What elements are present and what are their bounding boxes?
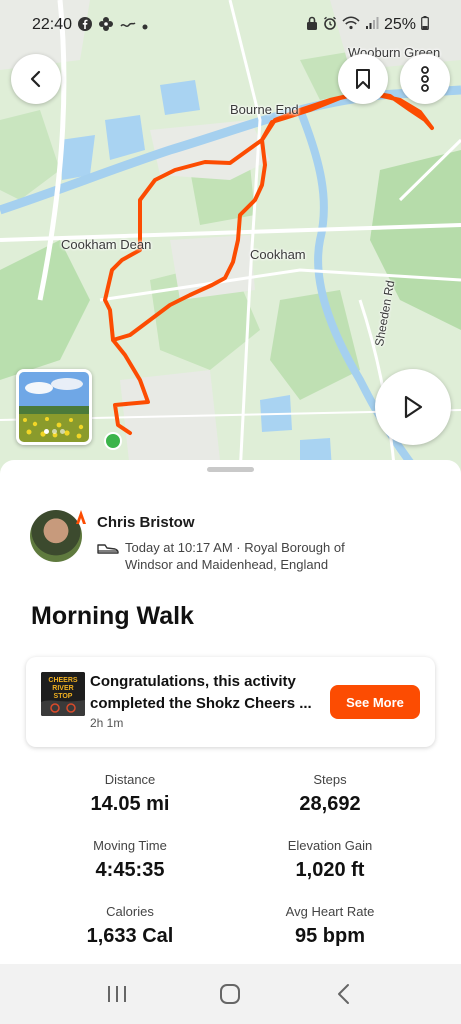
photo-dot bbox=[59, 429, 65, 434]
see-more-button[interactable]: See More bbox=[330, 685, 420, 719]
battery-percent: 25% bbox=[383, 16, 416, 33]
athlete-header[interactable] bbox=[30, 510, 86, 562]
challenge-logo: CHEERS RIVER STOP bbox=[41, 672, 85, 716]
home-button[interactable] bbox=[210, 974, 250, 1014]
chevron-left-icon bbox=[30, 70, 41, 88]
stat-label: Moving Time bbox=[93, 838, 167, 853]
stat-avg-heart-rate: Avg Heart Rate 95 bpm bbox=[230, 904, 430, 948]
stat-label: Calories bbox=[106, 904, 154, 919]
challenge-card[interactable]: CHEERS RIVER STOP Congratulations, this … bbox=[26, 657, 435, 747]
strava-badge-icon bbox=[76, 510, 86, 524]
system-back-button[interactable] bbox=[324, 974, 364, 1014]
back-button[interactable] bbox=[11, 54, 61, 104]
save-route-button[interactable] bbox=[338, 54, 388, 104]
back-arrow-icon bbox=[338, 984, 350, 1004]
logo-text-3: STOP bbox=[54, 693, 73, 700]
sheet-drag-handle[interactable] bbox=[207, 467, 254, 472]
home-icon bbox=[220, 984, 241, 1004]
stat-value: 1,633 Cal bbox=[86, 925, 174, 947]
alarm-icon bbox=[323, 16, 337, 35]
facebook-icon bbox=[78, 16, 93, 34]
stat-value: 14.05 mi bbox=[90, 793, 170, 815]
start-marker bbox=[104, 432, 122, 450]
battery-icon bbox=[421, 15, 429, 35]
map-label-bourne-end: Bourne End bbox=[230, 102, 299, 117]
logo-text-1: CHEERS bbox=[48, 677, 78, 684]
photo-page-indicator bbox=[19, 429, 89, 434]
stat-distance: Distance 14.05 mi bbox=[30, 772, 230, 816]
status-time: 22:40 bbox=[32, 16, 73, 33]
stat-label: Distance bbox=[104, 772, 156, 787]
signal-icon bbox=[365, 16, 379, 35]
wifi-icon bbox=[342, 15, 360, 35]
stat-value: 28,692 bbox=[299, 793, 361, 815]
stat-elevation-gain: Elevation Gain 1,020 ft bbox=[230, 838, 430, 882]
map-label-cookham-dean: Cookham Dean bbox=[61, 237, 152, 252]
activity-photo-thumbnail[interactable] bbox=[16, 369, 92, 445]
stat-moving-time: Moving Time 4:45:35 bbox=[30, 838, 230, 882]
stat-label: Steps bbox=[313, 772, 347, 787]
stat-steps: Steps 28,692 bbox=[230, 772, 430, 816]
activity-time-location: Today at 10:17 AM · Royal Borough of Win… bbox=[125, 540, 345, 572]
map-label-cookham: Cookham bbox=[250, 247, 306, 262]
photo-dot-active bbox=[43, 429, 49, 434]
stat-value: 1,020 ft bbox=[295, 859, 365, 881]
recent-apps-button[interactable] bbox=[97, 974, 137, 1014]
shoe-icon bbox=[97, 544, 119, 554]
stat-label: Elevation Gain bbox=[287, 838, 373, 853]
more-options-button[interactable] bbox=[400, 54, 450, 104]
photo-dot bbox=[51, 429, 57, 434]
activity-title: Morning Walk bbox=[31, 602, 194, 630]
flower-icon bbox=[98, 16, 114, 35]
play-icon bbox=[404, 395, 423, 419]
challenge-text: Congratulations, this activity completed… bbox=[90, 673, 312, 712]
stat-value: 4:45:35 bbox=[95, 859, 165, 881]
activity-details-sheet: Chris Bristow Today at 10:17 AM · Royal … bbox=[0, 460, 461, 964]
stat-calories: Calories 1,633 Cal bbox=[30, 904, 230, 948]
flyover-play-button[interactable] bbox=[375, 369, 451, 445]
challenge-duration: 2h 1m bbox=[90, 716, 124, 730]
logo-text-2: RIVER bbox=[52, 685, 73, 692]
system-navigation-bar bbox=[0, 964, 461, 1024]
bookmark-icon bbox=[356, 69, 370, 89]
more-vertical-icon bbox=[421, 66, 429, 92]
wave-icon bbox=[120, 18, 136, 33]
avatar[interactable] bbox=[30, 510, 86, 562]
athlete-name[interactable]: Chris Bristow bbox=[97, 514, 195, 531]
activity-meta: Today at 10:17 AM · Royal Borough of Win… bbox=[97, 539, 367, 573]
stat-label: Avg Heart Rate bbox=[285, 904, 375, 919]
challenge-logo-art: CHEERS RIVER STOP bbox=[41, 672, 85, 716]
status-bar: 22:40 25% bbox=[0, 0, 461, 50]
recents-icon bbox=[107, 986, 126, 1002]
stat-value: 95 bpm bbox=[294, 925, 366, 947]
dot-icon bbox=[142, 18, 148, 33]
lock-icon bbox=[306, 16, 318, 35]
route-map[interactable]: Wooburn Green Bourne End Cookham Dean Co… bbox=[0, 0, 461, 475]
